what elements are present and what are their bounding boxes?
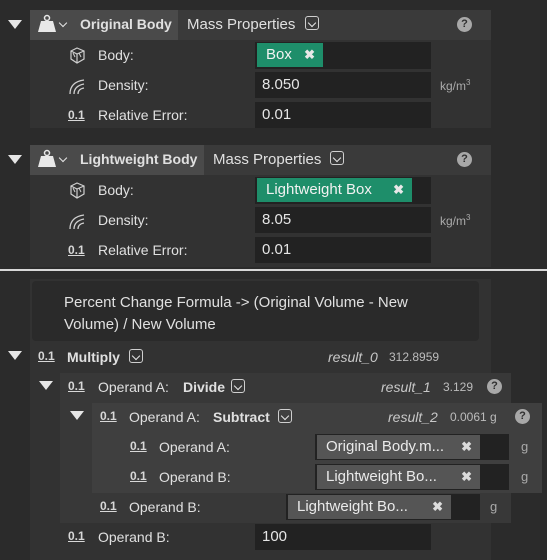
divide-op[interactable]: Divide — [183, 379, 225, 395]
block2-help-icon[interactable]: ? — [457, 152, 472, 167]
multiply-result-name: result_0 — [328, 349, 378, 365]
collapse-arrow-block1[interactable] — [8, 20, 22, 29]
unit-text: kg/m — [440, 214, 467, 228]
block1-density-unit: kg/m3 — [440, 78, 470, 93]
sub-b-unit: g — [521, 469, 529, 484]
block1-error-label: Relative Error: — [98, 107, 188, 123]
formula-comment: Percent Change Formula -> (Original Volu… — [64, 294, 408, 333]
block1-type: Mass Properties — [187, 16, 296, 33]
cube-icon — [67, 180, 87, 203]
close-icon[interactable]: ✖ — [393, 178, 404, 202]
close-icon[interactable]: ✖ — [432, 495, 443, 519]
mul-b-field[interactable]: 100 — [255, 524, 431, 550]
div-b-tag[interactable]: Lightweight Bo... ✖ — [288, 495, 451, 519]
close-icon[interactable]: ✖ — [304, 43, 315, 67]
sub-b-value: Lightweight Bo... — [326, 468, 437, 485]
decimal-type-icon: 0.1 — [130, 469, 147, 483]
divide-result-value: 3.129 — [443, 380, 474, 394]
subtract-op[interactable]: Subtract — [213, 409, 270, 425]
collapse-arrow-divide[interactable] — [39, 381, 53, 390]
cube-icon — [67, 45, 87, 68]
section-divider — [0, 269, 547, 271]
subtract-result-value: 0.0061 g — [450, 410, 497, 424]
block2-body-label: Body: — [98, 182, 134, 198]
block1-density-field[interactable]: 8.050 — [255, 72, 431, 98]
unit-sup: 3 — [466, 78, 471, 87]
decimal-type-icon: 0.1 — [38, 349, 55, 363]
block2-density-field[interactable]: 8.05 — [255, 207, 431, 233]
decimal-type-icon: 0.1 — [68, 529, 85, 543]
block1-body-label: Body: — [98, 47, 134, 63]
density-icon — [67, 76, 87, 99]
multiply-dropdown[interactable] — [129, 349, 143, 363]
divide-help-icon[interactable]: ? — [487, 379, 502, 394]
unit-sup: 3 — [466, 213, 471, 222]
block2-type: Mass Properties — [213, 151, 322, 168]
decimal-type-icon: 0.1 — [68, 108, 85, 122]
block2-error-field[interactable]: 0.01 — [255, 237, 431, 263]
close-icon[interactable]: ✖ — [461, 435, 472, 459]
decimal-type-icon: 0.1 — [68, 243, 85, 257]
sub-a-value: Original Body.m... — [326, 438, 445, 455]
block2-body-tag-label: Lightweight Box — [266, 181, 372, 198]
block1-body-tag-label: Box — [266, 46, 292, 63]
block2-density-unit: kg/m3 — [440, 213, 470, 228]
decimal-type-icon: 0.1 — [100, 409, 117, 423]
sub-b-tag[interactable]: Lightweight Bo... ✖ — [317, 465, 480, 489]
sub-b-label: Operand B: — [159, 469, 231, 485]
sub-a-label: Operand A: — [159, 439, 230, 455]
block1-menu-chevron-icon[interactable] — [57, 17, 71, 31]
block2-title[interactable]: Lightweight Body — [80, 151, 197, 167]
decimal-type-icon: 0.1 — [68, 379, 85, 393]
block1-body-tag[interactable]: Box ✖ — [257, 43, 323, 67]
close-icon[interactable]: ✖ — [461, 465, 472, 489]
div-b-unit: g — [490, 499, 498, 514]
block2-error-label: Relative Error: — [98, 242, 188, 258]
collapse-arrow-block2[interactable] — [8, 155, 22, 164]
sub-a-unit: g — [521, 439, 529, 454]
weight-icon — [37, 14, 57, 37]
subtract-result-name: result_2 — [388, 409, 438, 425]
decimal-type-icon: 0.1 — [130, 439, 147, 453]
block2-menu-chevron-icon[interactable] — [57, 152, 71, 166]
divide-result-name: result_1 — [381, 379, 431, 395]
subtract-prefix: Operand A: — [129, 409, 200, 425]
div-b-value: Lightweight Bo... — [297, 498, 408, 515]
subtract-dropdown[interactable] — [278, 409, 292, 423]
multiply-label[interactable]: Multiply — [67, 349, 120, 365]
multiply-result-value: 312.8959 — [389, 350, 440, 364]
block1-title[interactable]: Original Body — [80, 16, 172, 32]
subtract-help-icon[interactable]: ? — [515, 409, 530, 424]
decimal-type-icon: 0.1 — [100, 499, 117, 513]
collapse-arrow-subtract[interactable] — [70, 411, 84, 420]
mul-b-label: Operand B: — [98, 529, 170, 545]
divide-dropdown[interactable] — [231, 379, 245, 393]
divide-prefix: Operand A: — [98, 379, 169, 395]
block1-type-dropdown[interactable] — [305, 16, 319, 30]
density-icon — [67, 211, 87, 234]
block1-error-field[interactable]: 0.01 — [255, 102, 431, 128]
block1-help-icon[interactable]: ? — [457, 17, 472, 32]
block2-body-tag[interactable]: Lightweight Box ✖ — [257, 178, 412, 202]
weight-icon — [37, 149, 57, 172]
block2-density-label: Density: — [98, 212, 149, 228]
collapse-arrow-multiply[interactable] — [8, 351, 22, 360]
sub-a-tag[interactable]: Original Body.m... ✖ — [317, 435, 480, 459]
unit-text: kg/m — [440, 79, 467, 93]
block1-density-label: Density: — [98, 77, 149, 93]
block2-type-dropdown[interactable] — [330, 151, 344, 165]
div-b-label: Operand B: — [129, 499, 201, 515]
